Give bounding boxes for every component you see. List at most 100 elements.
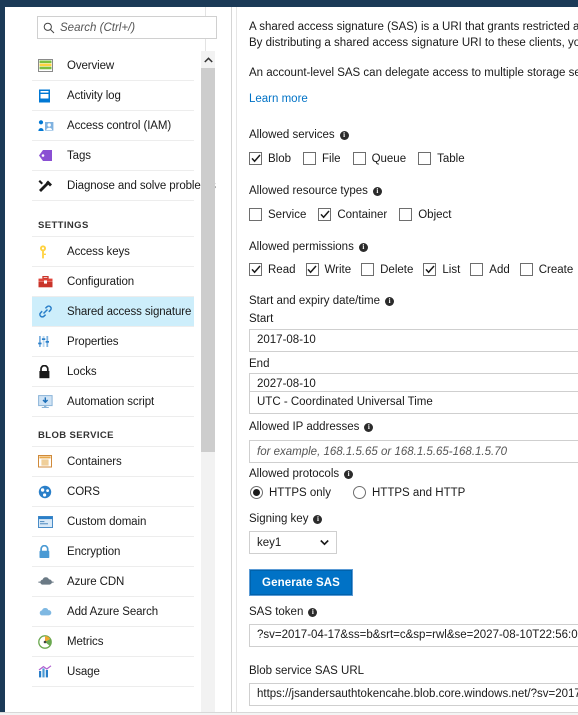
info-icon[interactable]: i <box>358 242 368 252</box>
sidebar-item-label: Activity log <box>67 89 121 102</box>
checkbox-file[interactable]: File <box>303 152 341 165</box>
checkbox-label: Table <box>437 152 465 165</box>
checkbox-label: Object <box>418 208 452 221</box>
sidebar-item-label: Automation script <box>67 395 155 408</box>
info-icon[interactable]: i <box>364 422 374 432</box>
end-label: End <box>249 358 270 370</box>
sidebar-item-label: Custom domain <box>67 515 147 528</box>
sidebar-item-usage[interactable]: Usage <box>32 657 194 687</box>
checkbox-box[interactable] <box>303 152 317 165</box>
radio-button[interactable] <box>353 486 366 499</box>
sidebar-item-label: Access control (IAM) <box>67 119 172 132</box>
sidebar-item-shared-access-signature[interactable]: Shared access signature <box>32 297 194 327</box>
checkbox-box[interactable] <box>361 263 375 276</box>
checkbox-box[interactable] <box>352 152 366 165</box>
sas-url-input[interactable]: https://jsandersauthtokencahe.blob.core.… <box>249 683 578 706</box>
allowed-services-checkbox-row: Blob File Queue Table <box>249 152 477 165</box>
sidebar-item-properties[interactable]: Properties <box>32 327 194 357</box>
checkbox-list[interactable]: List <box>423 263 460 276</box>
sidebar-item-configuration[interactable]: Configuration <box>32 267 194 297</box>
checkbox-container[interactable]: Container <box>318 208 387 221</box>
sidebar-item-label: Properties <box>67 335 119 348</box>
checkbox-label: List <box>442 263 461 276</box>
info-icon[interactable]: i <box>372 186 382 196</box>
checkbox-read[interactable]: Read <box>249 263 296 276</box>
intro-line-2: By distributing a shared access signatur… <box>249 36 578 49</box>
allowed-permissions-label: Allowed permissions i <box>249 241 368 253</box>
sidebar-item-azure-cdn[interactable]: Azure CDN <box>32 567 194 597</box>
info-icon[interactable]: i <box>308 607 318 617</box>
generate-sas-button[interactable]: Generate SAS <box>249 569 353 596</box>
sidebar-item-encryption[interactable]: Encryption <box>32 537 194 567</box>
learn-more-link[interactable]: Learn more <box>249 93 308 105</box>
info-icon[interactable]: i <box>313 514 323 524</box>
checkbox-add[interactable]: Add <box>470 263 510 276</box>
checkbox-box[interactable] <box>519 263 533 276</box>
start-expiry-label: Start and expiry date/time i <box>249 295 395 307</box>
chevron-up-icon <box>203 56 213 63</box>
checkbox-write[interactable]: Write <box>305 263 351 276</box>
sidebar-search[interactable] <box>37 16 217 39</box>
start-date-input[interactable]: 2017-08-10 <box>249 329 578 352</box>
info-icon[interactable]: i <box>385 296 395 306</box>
sidebar-item-access-keys[interactable]: Access keys <box>32 237 194 267</box>
sidebar-item-diagnose[interactable]: Diagnose and solve problems <box>32 171 216 201</box>
search-input[interactable] <box>60 18 210 37</box>
allowed-resource-types-label: Allowed resource types i <box>249 185 382 197</box>
checkbox-create[interactable]: Create <box>519 263 573 276</box>
sidebar-item-label: Access keys <box>67 245 130 258</box>
sidebar-item-tags[interactable]: Tags <box>32 141 194 171</box>
sidebar-section-blob-service: BLOB SERVICE <box>32 417 194 447</box>
checkbox-box[interactable] <box>418 152 432 165</box>
checkbox-service[interactable]: Service <box>249 208 306 221</box>
key-icon <box>38 243 60 261</box>
scroll-up-button[interactable] <box>201 51 215 68</box>
checkbox-delete[interactable]: Delete <box>361 263 413 276</box>
sidebar-item-add-azure-search[interactable]: Add Azure Search <box>32 597 194 627</box>
checkbox-box[interactable] <box>249 263 262 276</box>
signing-key-select[interactable]: key1 <box>249 531 337 554</box>
sidebar-scrollbar-thumb[interactable] <box>201 68 215 452</box>
checkbox-box[interactable] <box>305 263 319 276</box>
signing-key-value: key1 <box>257 536 282 549</box>
checkbox-table[interactable]: Table <box>418 152 465 165</box>
info-icon[interactable]: i <box>344 469 354 479</box>
checkbox-box[interactable] <box>318 208 332 221</box>
checkbox-object[interactable]: Object <box>399 208 451 221</box>
monitor-script-icon <box>38 393 60 411</box>
cdn-icon <box>38 573 60 591</box>
cors-icon <box>38 483 60 501</box>
radio-button[interactable] <box>250 486 263 499</box>
sas-token-input[interactable]: ?sv=2017-04-17&ss=b&srt=c&sp=rwl&se=2027… <box>249 624 578 647</box>
info-icon[interactable]: i <box>339 130 349 140</box>
radio-https-and-http[interactable]: HTTPS and HTTP <box>353 486 465 499</box>
checkbox-box[interactable] <box>423 263 437 276</box>
sidebar-item-containers[interactable]: Containers <box>32 447 194 477</box>
checkbox-label: Blob <box>268 152 292 165</box>
sidebar-item-access-control[interactable]: Access control (IAM) <box>32 111 194 141</box>
checkbox-box[interactable] <box>470 263 484 276</box>
checkbox-blob[interactable]: Blob <box>249 152 291 165</box>
sidebar-item-custom-domain[interactable]: Custom domain <box>32 507 194 537</box>
sidebar-item-locks[interactable]: Locks <box>32 357 194 387</box>
allowed-ip-input[interactable] <box>249 440 578 463</box>
sidebar-item-overview[interactable]: Overview <box>32 51 194 81</box>
checkbox-box[interactable] <box>249 152 262 165</box>
resource-menu-blade: Overview Activity log <box>10 7 217 715</box>
checkbox-box[interactable] <box>249 208 262 221</box>
radio-https-only[interactable]: HTTPS only <box>250 486 331 499</box>
checkbox-label: File <box>322 152 341 165</box>
radio-label: HTTPS and HTTP <box>372 486 466 499</box>
checkbox-queue[interactable]: Queue <box>352 152 406 165</box>
sidebar-item-metrics[interactable]: Metrics <box>32 627 194 657</box>
timezone-select[interactable]: UTC - Coordinated Universal Time <box>249 391 578 414</box>
sidebar-item-automation-script[interactable]: Automation script <box>32 387 194 417</box>
tag-icon <box>38 147 60 165</box>
sidebar-item-label: Overview <box>67 59 115 72</box>
sliders-icon <box>38 333 60 351</box>
sidebar-item-activity-log[interactable]: Activity log <box>32 81 194 111</box>
sidebar-item-cors[interactable]: CORS <box>32 477 194 507</box>
padlock-icon <box>38 543 60 561</box>
checkbox-box[interactable] <box>399 208 413 221</box>
checkbox-label: Add <box>489 263 510 276</box>
